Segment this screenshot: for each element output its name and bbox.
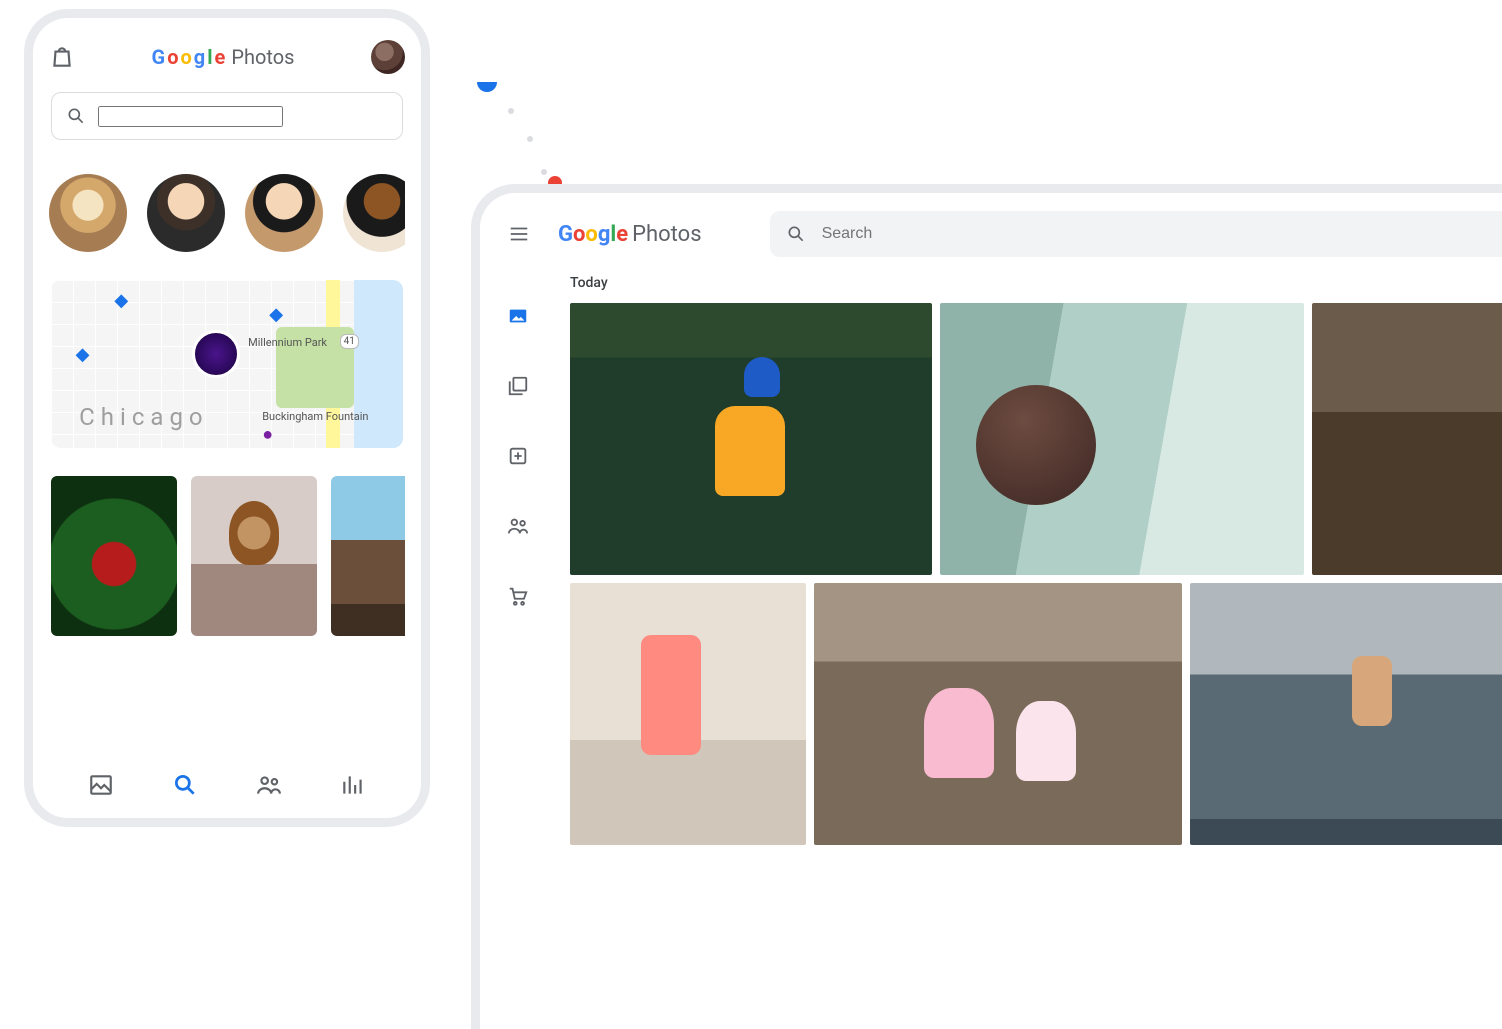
photo-row bbox=[570, 583, 1502, 845]
thumb-dog-beach[interactable] bbox=[191, 476, 317, 636]
map-pin-icon: ◆ bbox=[76, 344, 90, 365]
photo-row bbox=[570, 303, 1502, 575]
logo-letter: G bbox=[152, 45, 166, 69]
desktop-frame: G o o g l e Photos bbox=[471, 184, 1502, 1029]
map-pin-icon: ◆ bbox=[114, 290, 128, 311]
app-logo: G o o g l e Photos bbox=[152, 45, 295, 69]
confetti-dot bbox=[508, 108, 514, 114]
phone-frame: G o o g l e Photos bbox=[24, 9, 430, 827]
shopping-bag-icon[interactable] bbox=[49, 44, 75, 70]
logo-letter: o bbox=[180, 45, 191, 69]
photo-lake-dive[interactable] bbox=[1190, 583, 1502, 845]
nav-albums[interactable] bbox=[507, 375, 529, 397]
logo-product: Photos bbox=[632, 222, 701, 247]
thumb-landscape[interactable] bbox=[331, 476, 405, 636]
map-place-label: Millennium Park bbox=[248, 337, 327, 349]
nav-print-store[interactable] bbox=[507, 585, 529, 607]
photo-kids-floor[interactable] bbox=[814, 583, 1182, 845]
navigation-rail bbox=[480, 275, 556, 1029]
face-woman-2[interactable] bbox=[343, 174, 405, 252]
face-woman-1[interactable] bbox=[245, 174, 323, 252]
bottom-tab-bar bbox=[49, 756, 405, 818]
logo-letter: l bbox=[207, 45, 212, 69]
logo-letter: G bbox=[558, 222, 573, 247]
search-icon bbox=[66, 106, 86, 126]
menu-icon[interactable] bbox=[508, 223, 530, 245]
photo-mother-daughter[interactable] bbox=[570, 583, 806, 845]
search-field[interactable] bbox=[51, 92, 403, 140]
nav-sharing[interactable] bbox=[507, 515, 529, 537]
logo-product: Photos bbox=[231, 45, 294, 69]
search-field[interactable] bbox=[770, 211, 1502, 257]
face-man[interactable] bbox=[147, 174, 225, 252]
logo-letter: e bbox=[215, 45, 226, 69]
confetti-dot bbox=[527, 136, 533, 142]
logo-letter: e bbox=[616, 222, 628, 247]
photo-kitchen[interactable] bbox=[1312, 303, 1502, 575]
logo-letter: g bbox=[194, 45, 205, 69]
face-dog[interactable] bbox=[49, 174, 127, 252]
categories-row bbox=[49, 476, 405, 636]
map-pin-icon: ◆ bbox=[269, 304, 283, 325]
search-icon bbox=[786, 224, 806, 244]
photo-grid: Today bbox=[556, 275, 1502, 1029]
photos-tab[interactable] bbox=[88, 772, 114, 798]
nav-assistant[interactable] bbox=[507, 445, 529, 467]
logo-letter: o bbox=[585, 222, 597, 247]
map-place-label: Buckingham Fountain bbox=[262, 411, 368, 423]
search-tab[interactable] bbox=[172, 772, 198, 798]
logo-letter: o bbox=[167, 45, 178, 69]
account-avatar[interactable] bbox=[371, 40, 405, 74]
nav-photos[interactable] bbox=[507, 305, 529, 327]
map-photo-cluster bbox=[192, 330, 240, 378]
people-carousel bbox=[49, 174, 405, 280]
app-logo[interactable]: G o o g l e Photos bbox=[558, 222, 702, 247]
logo-letter: o bbox=[573, 222, 585, 247]
logo-letter: g bbox=[598, 222, 611, 247]
photo-family-couch[interactable] bbox=[940, 303, 1304, 575]
thumb-strawberries[interactable] bbox=[51, 476, 177, 636]
map-city-label: Chicago bbox=[79, 403, 208, 431]
map-pin-icon: ● bbox=[262, 424, 273, 445]
photo-forest-child[interactable] bbox=[570, 303, 932, 575]
map-route-badge: 41 bbox=[340, 334, 359, 349]
section-heading: Today bbox=[570, 275, 1502, 291]
phone-top-bar: G o o g l e Photos bbox=[49, 40, 405, 74]
confetti-dot bbox=[541, 169, 547, 175]
desktop-header: G o o g l e Photos bbox=[480, 193, 1502, 275]
confetti-blue bbox=[477, 82, 497, 92]
library-tab[interactable] bbox=[340, 772, 366, 798]
places-map-card[interactable]: ◆ ◆ ◆ ● 41 Millennium Park Buckingham Fo… bbox=[51, 280, 403, 448]
search-input[interactable] bbox=[820, 224, 1498, 244]
search-input[interactable] bbox=[98, 106, 283, 127]
sharing-tab[interactable] bbox=[256, 772, 282, 798]
